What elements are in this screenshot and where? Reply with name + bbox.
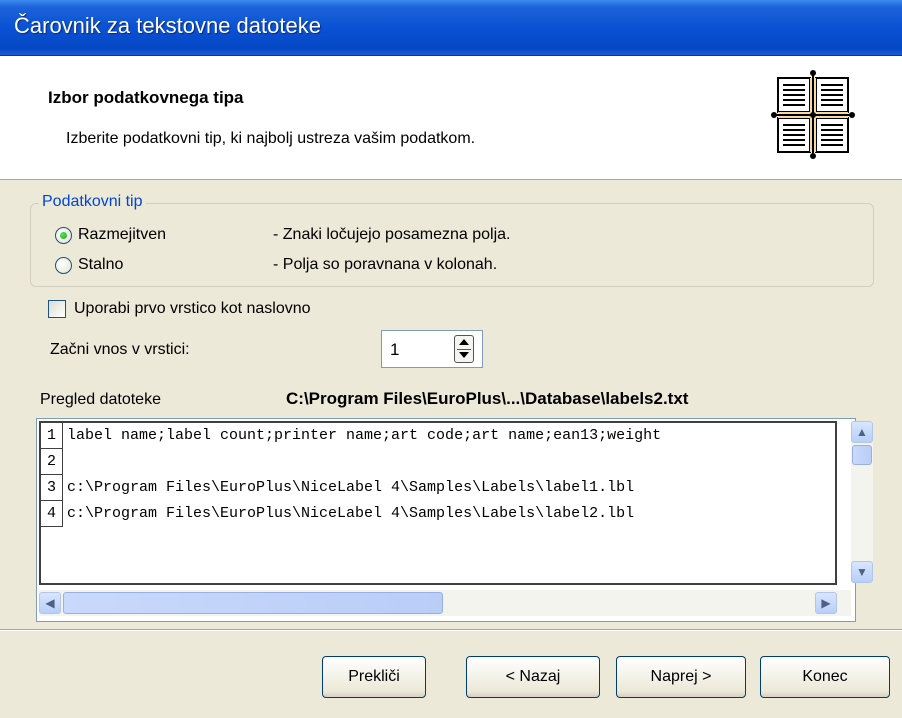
preview-line: 2 [41, 449, 67, 475]
first-row-header-label[interactable]: Uporabi prvo vrstico kot naslovno [74, 300, 311, 318]
radio-button-checked[interactable] [55, 226, 72, 244]
radio-fixed-label[interactable]: Stalno [78, 256, 123, 274]
start-row-spinner[interactable]: 1 [381, 330, 483, 368]
file-preview[interactable]: 1 label name;label count;printer name;art… [36, 418, 873, 622]
finish-button[interactable]: Konec [760, 656, 890, 698]
vertical-scrollbar[interactable]: ▲ ▼ [851, 421, 873, 583]
radio-button[interactable] [55, 256, 72, 274]
line-number: 4 [41, 501, 63, 527]
scroll-left-icon[interactable]: ◀ [39, 592, 61, 614]
page-title: Izbor podatkovnega tipa [48, 88, 244, 107]
scroll-down-icon[interactable]: ▼ [851, 561, 873, 583]
radio-delimited-description: - Znaki ločujejo posamezna polja. [273, 226, 511, 243]
line-text: c:\Program Files\EuroPlus\NiceLabel 4\Sa… [67, 505, 635, 522]
preview-line: 4 c:\Program Files\EuroPlus\NiceLabel 4\S… [41, 501, 634, 527]
spin-down-icon[interactable] [459, 352, 469, 358]
preview-label: Pregled datoteke [40, 391, 161, 408]
spinner-buttons[interactable] [454, 335, 474, 363]
horizontal-scrollbar[interactable]: ◀ ▶ [39, 590, 851, 616]
scroll-right-icon[interactable]: ▶ [815, 592, 837, 614]
line-number: 1 [41, 423, 63, 449]
datatype-legend: Podatkovni tip [39, 193, 146, 211]
start-row-value[interactable]: 1 [390, 340, 399, 360]
window-title: Čarovnik za tekstovne datoteke [14, 13, 321, 38]
line-text: label name;label count;printer name;art … [67, 427, 662, 444]
back-button[interactable]: < Nazaj [466, 656, 600, 698]
radio-delimited[interactable]: Razmejitven [55, 224, 166, 246]
line-number: 3 [41, 475, 63, 501]
preview-text-area[interactable]: 1 label name;label count;printer name;art… [39, 421, 837, 585]
start-row-label: Začni vnos v vrstici: [50, 341, 190, 358]
checkbox-box[interactable] [48, 300, 66, 318]
radio-fixed[interactable]: Stalno [55, 254, 123, 276]
page-subtitle: Izberite podatkovni tip, ki najbolj ustr… [66, 130, 476, 147]
horizontal-scroll-thumb[interactable] [63, 592, 443, 614]
preview-line: 1 label name;label count;printer name;art… [41, 423, 661, 449]
radio-fixed-description: - Polja so poravnana v kolonah. [273, 256, 498, 273]
datatype-groupbox: Podatkovni tip Razmejitven - Znaki ločuj… [30, 193, 874, 287]
preview-line: 3 c:\Program Files\EuroPlus\NiceLabel 4\S… [41, 475, 634, 501]
first-row-header-checkbox[interactable]: Uporabi prvo vrstico kot naslovno [48, 300, 311, 318]
vertical-scroll-thumb[interactable] [852, 445, 872, 465]
spin-up-icon[interactable] [459, 339, 469, 345]
preview-file-path: C:\Program Files\EuroPlus\...\Database\l… [286, 389, 689, 408]
title-bar: Čarovnik za tekstovne datoteke [0, 0, 902, 56]
line-number: 2 [41, 449, 63, 475]
cancel-button[interactable]: Prekliči [322, 656, 426, 698]
next-button[interactable]: Naprej > [616, 656, 746, 698]
scroll-up-icon[interactable]: ▲ [851, 421, 873, 443]
line-text: c:\Program Files\EuroPlus\NiceLabel 4\Sa… [67, 479, 635, 496]
table-columns-icon [768, 68, 858, 160]
radio-delimited-label[interactable]: Razmejitven [78, 226, 166, 244]
divider [0, 629, 902, 631]
wizard-header: Izbor podatkovnega tipa Izberite podatko… [0, 56, 902, 180]
